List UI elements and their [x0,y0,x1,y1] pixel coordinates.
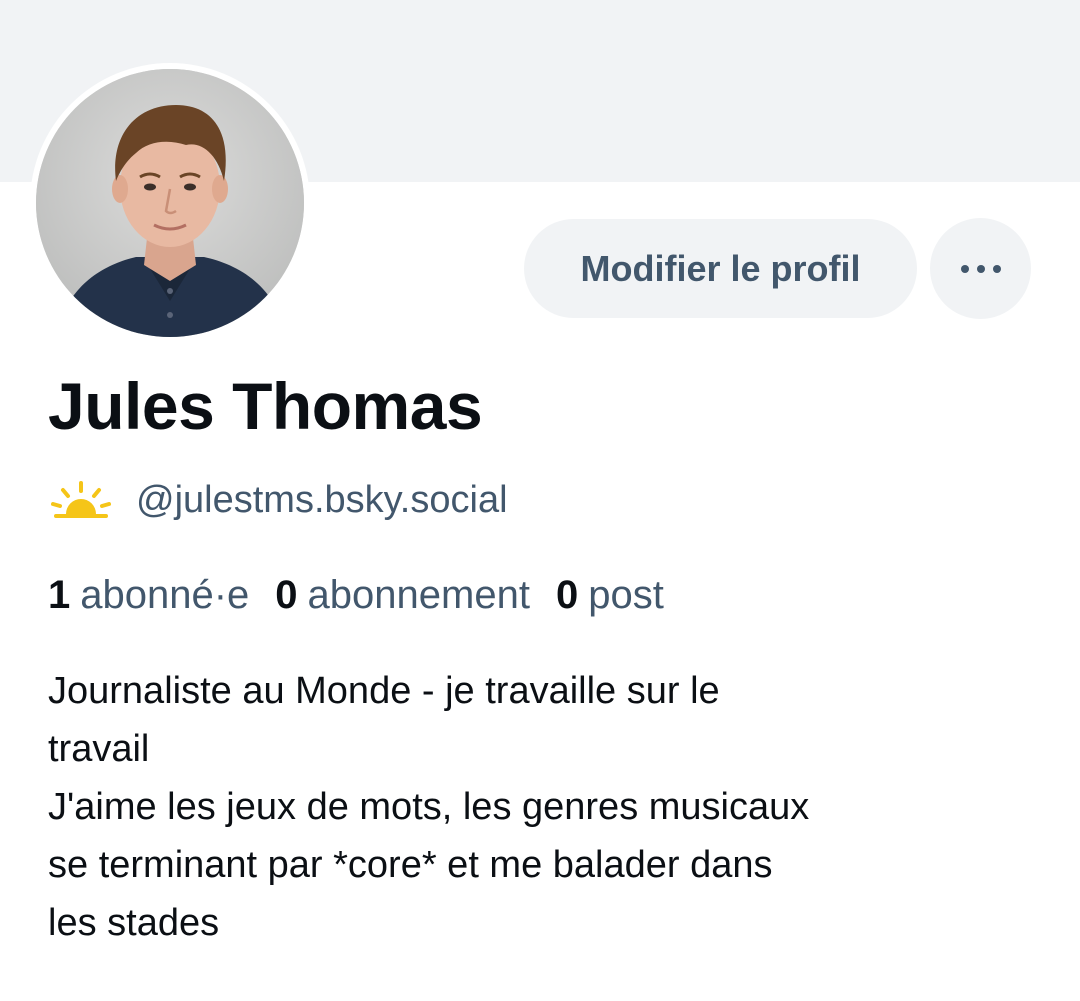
posts-stat: 0 post [556,573,664,618]
bio-line: J'aime les jeux de mots, les genres musi… [48,786,810,828]
handle[interactable]: @julestms.bsky.social [136,479,508,522]
avatar-border [30,63,310,343]
followers-count: 1 [48,572,71,617]
edit-profile-button[interactable]: Modifier le profil [524,219,917,318]
more-dots-icon [957,264,1005,273]
more-options-button[interactable] [930,218,1031,319]
avatar[interactable] [36,69,304,337]
posts-label: post [588,572,664,617]
profile-stats: 1 abonné·e 0 abonnement 0 post [48,570,690,620]
bio-line: Journaliste au Monde - je travaille sur … [48,670,720,712]
followers-label: abonné·e [80,572,250,617]
followers-stat[interactable]: 1 abonné·e [48,573,249,618]
bio-line: les stades [48,902,220,944]
avatar-photo [36,69,304,337]
profile-bio: Journaliste au Monde - je travaille sur … [48,662,1048,952]
display-name: Jules Thomas [48,369,483,443]
bio-line: travail [48,728,150,770]
following-count: 0 [275,572,298,617]
following-label: abonnement [307,572,530,617]
sun-icon [51,481,111,518]
posts-count: 0 [555,572,579,617]
bio-line: se terminant par *core* et me balader da… [48,844,773,886]
handle-row: @julestms.bsky.social [50,474,508,526]
following-stat[interactable]: 0 abonnement [275,573,530,618]
